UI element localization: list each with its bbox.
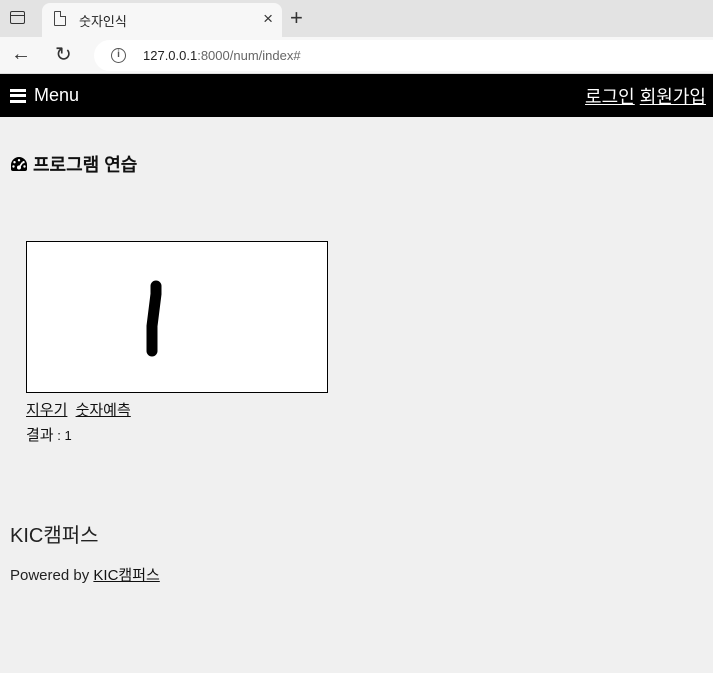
login-link[interactable]: 로그인 xyxy=(585,87,635,107)
address-bar[interactable]: i 127.0.0.1:8000/num/index# xyxy=(94,40,713,71)
close-tab-button[interactable]: × xyxy=(263,9,273,29)
canvas-actions: 지우기 숫자예측 xyxy=(26,399,135,420)
drawing-surface[interactable] xyxy=(27,242,327,392)
back-button[interactable]: ← xyxy=(11,43,31,66)
dashboard-gauge-icon xyxy=(11,157,27,171)
document-icon xyxy=(54,11,66,26)
browser-tab[interactable]: 숫자인식 × xyxy=(42,3,282,37)
result-label: 결과 xyxy=(26,427,54,444)
tab-title: 숫자인식 xyxy=(79,14,127,29)
prediction-result: 결과 : 1 xyxy=(26,424,72,445)
clear-link[interactable]: 지우기 xyxy=(26,402,67,419)
auth-links: 로그인 회원가입 xyxy=(585,83,706,109)
reload-button[interactable]: ↻ xyxy=(55,42,72,67)
drawing-canvas[interactable] xyxy=(26,241,328,393)
browser-toolbar: ← ↻ i 127.0.0.1:8000/num/index# xyxy=(0,37,713,74)
page-title-text: 프로그램 연습 xyxy=(33,155,138,175)
menu-label: Menu xyxy=(34,85,80,105)
url-text[interactable]: 127.0.0.1:8000/num/index# xyxy=(143,48,301,63)
tab-search-icon[interactable] xyxy=(10,11,25,24)
new-tab-button[interactable]: + xyxy=(290,5,303,31)
page-title: 프로그램 연습 xyxy=(10,151,137,177)
powered-by-text: Powered by xyxy=(10,567,94,584)
hamburger-icon xyxy=(10,88,26,103)
drawn-stroke xyxy=(146,280,162,357)
signup-link[interactable]: 회원가입 xyxy=(640,87,706,107)
menu-button[interactable]: Menu xyxy=(10,85,79,106)
site-topbar: Menu 로그인 회원가입 xyxy=(0,74,713,117)
footer-credit: Powered by KIC캠퍼스 xyxy=(10,564,160,585)
info-icon[interactable]: i xyxy=(111,48,126,63)
predict-link[interactable]: 숫자예측 xyxy=(76,402,131,419)
browser-tabstrip: 숫자인식 × + xyxy=(0,0,713,37)
result-separator: : xyxy=(53,428,65,443)
result-value: 1 xyxy=(64,428,72,443)
footer-brand: KIC캠퍼스 xyxy=(10,525,99,547)
powered-by-link[interactable]: KIC캠퍼스 xyxy=(93,567,159,584)
